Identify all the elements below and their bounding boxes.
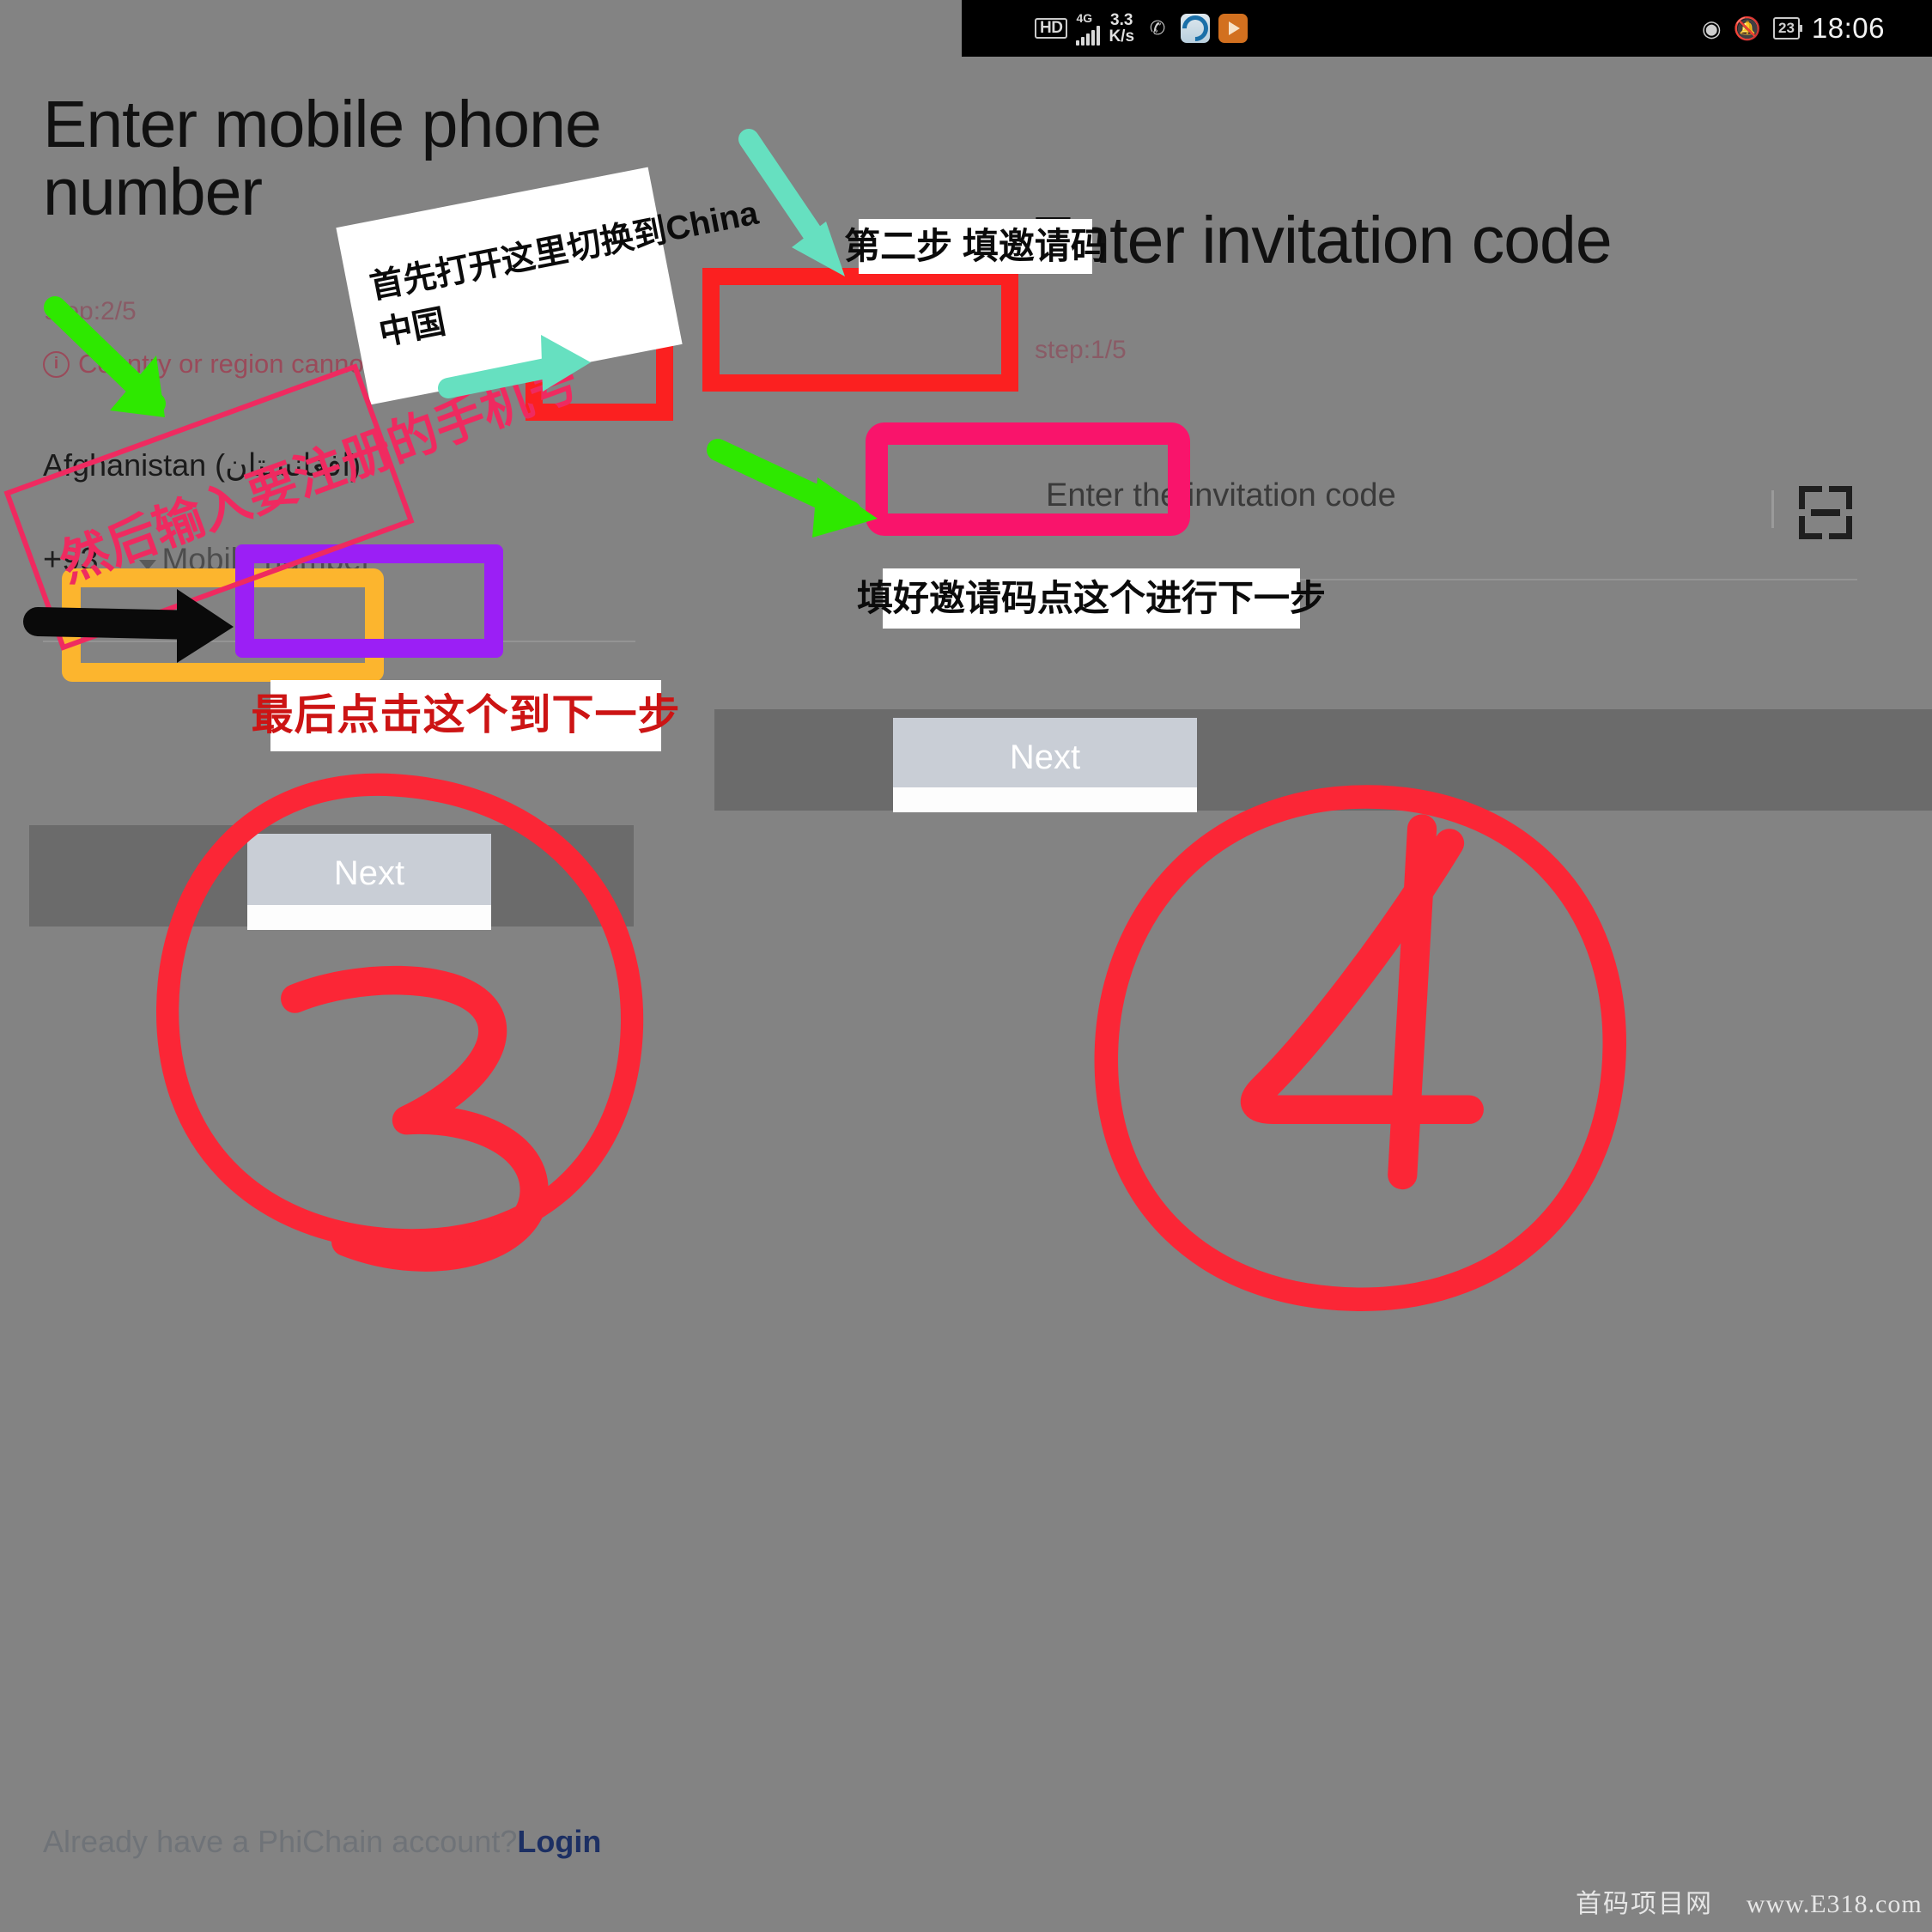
battery-icon: 23 (1772, 17, 1802, 39)
clock-label: 18:06 (1811, 12, 1885, 44)
login-prompt-row[interactable]: Already have a PhiChain account?Login (43, 1824, 601, 1860)
scan-qr-icon[interactable] (1799, 486, 1852, 539)
next-button-left[interactable]: Next (247, 834, 491, 930)
data-speed-value: 3.3 (1110, 11, 1133, 29)
note-click-next-left-text: 最后点击这个到下一步 (251, 692, 681, 739)
input-divider (1771, 490, 1774, 528)
watermark-url: www.E318.com (1746, 1890, 1923, 1918)
eye-comfort-icon: ◉ (1701, 15, 1722, 41)
note-click-next-right: 填好邀请码点这个进行下一步 (857, 568, 1326, 629)
status-bar-right: ◉ 🔕 23 18:06 (1702, 12, 1885, 45)
note-step-two: 第二步 填邀请码 (844, 219, 1107, 274)
login-prompt-text: Already have a PhiChain account? (43, 1824, 518, 1859)
status-bar-left: HD 4G 3.3 K/s ✆ (1035, 9, 1249, 47)
note-click-next-left: 最后点击这个到下一步 (252, 680, 680, 751)
network-type-label: 4G (1076, 10, 1093, 25)
bell-muted-icon: 🔕 (1733, 15, 1761, 41)
next-button-label-right: Next (1009, 738, 1081, 776)
browser-icon (1176, 9, 1214, 47)
next-button-strip-right (893, 787, 1197, 812)
login-link[interactable]: Login (517, 1824, 601, 1859)
watermark-site: 首码项目网 (1576, 1890, 1713, 1918)
next-button-label-left: Next (333, 854, 405, 892)
highlight-box-next-right (866, 422, 1190, 536)
player-icon (1218, 14, 1249, 43)
note-step-two-text: 第二步 填邀请码 (844, 225, 1107, 266)
next-button-right[interactable]: Next (893, 718, 1197, 812)
step-indicator-invitation: step:1/5 (1035, 336, 1127, 364)
hd-icon: HD (1035, 18, 1068, 39)
data-speed-indicator: 3.3 K/s (1109, 12, 1134, 45)
note-click-next-right-text: 填好邀请码点这个进行下一步 (857, 577, 1327, 618)
signal-bars-icon (1076, 25, 1101, 46)
data-speed-unit: K/s (1109, 27, 1135, 46)
step-indicator-mobile: step:2/5 (45, 297, 137, 325)
watermark: 首码项目网 www.E318.com (1576, 1882, 1923, 1920)
signal-icon: 4G (1076, 10, 1101, 46)
note-switch-to-china-line2: 中国 (375, 303, 449, 353)
info-icon: i (43, 350, 70, 378)
page-title-invitation: Enter invitation code (1030, 204, 1613, 277)
next-button-strip (247, 904, 491, 930)
screenshot-canvas: HD 4G 3.3 K/s ✆ ◉ 🔕 23 18:06 Enter mobil… (0, 0, 1932, 1932)
invitation-code-screen: Enter invitation code step:1/5 Enter the… (714, 57, 1932, 1932)
highlight-box-invitation-field (702, 268, 1018, 392)
wechat-icon: ✆ (1149, 17, 1166, 39)
status-bar: HD 4G 3.3 K/s ✆ ◉ 🔕 23 18:06 (962, 0, 1932, 57)
